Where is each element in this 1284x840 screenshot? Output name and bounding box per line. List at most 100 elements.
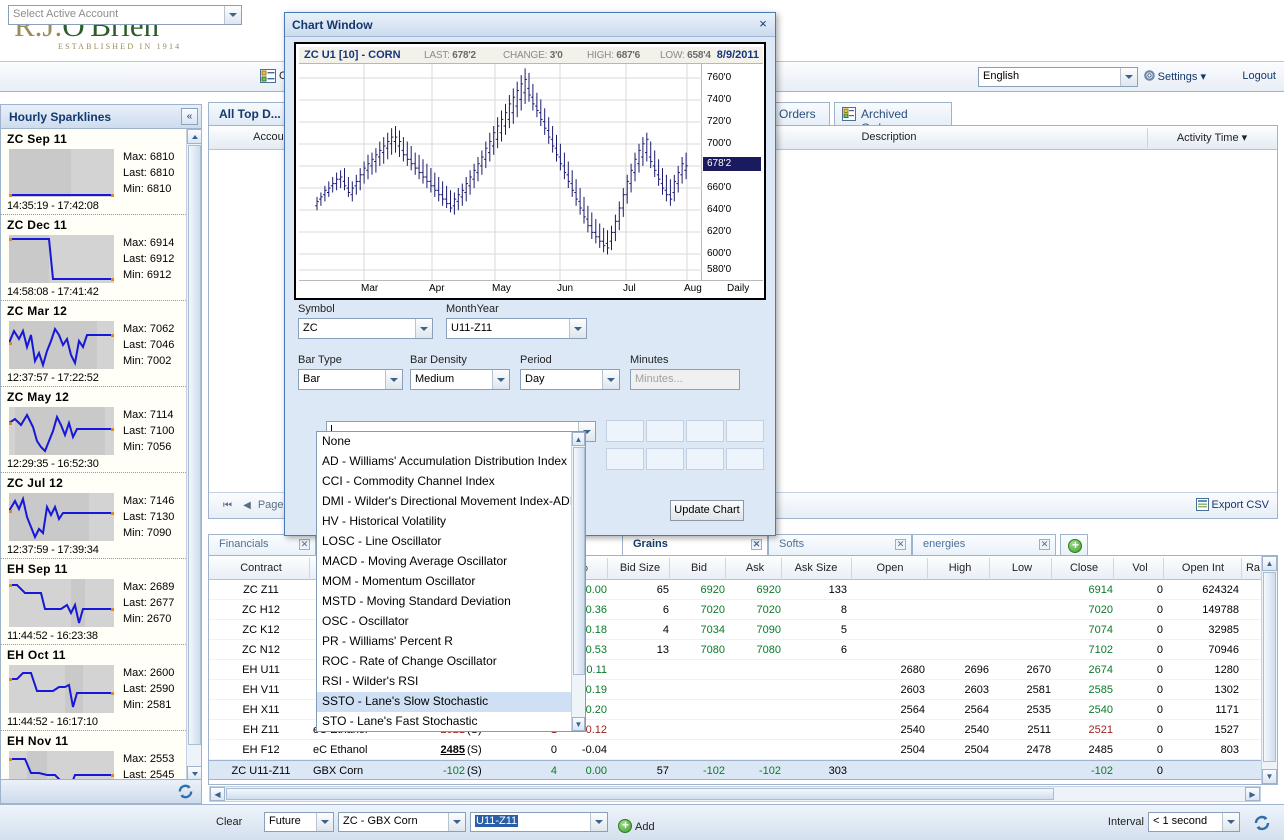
orders-col-description[interactable]: Description (809, 131, 969, 143)
param-box-4[interactable] (726, 420, 764, 442)
indicator-option[interactable]: MSTD - Moving Standard Deviation (317, 592, 573, 612)
indicator-dropdown-scrollbar[interactable]: ▲ ▼ (571, 432, 585, 731)
symbol-select[interactable]: ZC (298, 318, 433, 339)
quote-col-open-int[interactable]: Open Int (1167, 562, 1239, 574)
minutes-input[interactable]: Minutes... (630, 369, 740, 390)
month-select[interactable]: U11-Z11 (470, 812, 608, 832)
sparkline-item[interactable]: EH Nov 11Max: 2553Last: 2545Min: 253512:… (1, 731, 186, 781)
quote-tab-financials[interactable]: Financials✕ (208, 534, 316, 555)
quote-col-ra[interactable]: Ra (1245, 562, 1261, 574)
language-select[interactable]: English (978, 67, 1138, 87)
chevron-down-icon[interactable] (602, 370, 619, 389)
quote-tab-softs[interactable]: Softs✕ (768, 534, 912, 555)
sidebar-scrollbar[interactable] (186, 129, 201, 781)
instrument-type-select[interactable]: Future (264, 812, 334, 832)
bartype-select[interactable]: Bar (298, 369, 403, 390)
indicator-option[interactable]: MACD - Moving Average Oscillator (317, 552, 573, 572)
quote-col-vol[interactable]: Vol (1117, 562, 1163, 574)
quote-col-ask-size[interactable]: Ask Size (785, 562, 847, 574)
indicator-option[interactable]: PR - Williams' Percent R (317, 632, 573, 652)
add-quote-tab-button[interactable] (1060, 534, 1088, 555)
sparkline-item[interactable]: ZC Dec 11Max: 6914Last: 6912Min: 691214:… (1, 215, 186, 301)
chevron-down-icon[interactable] (415, 319, 432, 338)
quote-col-ask[interactable]: Ask (729, 562, 781, 574)
active-account-select[interactable]: Select Active Account (8, 5, 242, 25)
product-select[interactable]: ZC - GBX Corn (338, 812, 466, 832)
indicator-option[interactable]: None (317, 432, 573, 452)
indicator-dropdown-list[interactable]: NoneAD - Williams' Accumulation Distribu… (316, 431, 586, 732)
param-box-7[interactable] (686, 448, 724, 470)
pager-controls[interactable]: ⏮ ◀ Page (219, 499, 284, 511)
indicator-option[interactable]: HV - Historical Volatility (317, 512, 573, 532)
prev-page-icon[interactable]: ◀ (243, 500, 251, 511)
quote-col-bid-size[interactable]: Bid Size (611, 562, 669, 574)
quote-grid-hscrollbar[interactable]: ◀ ▶ (209, 786, 1261, 802)
quote-col-low[interactable]: Low (993, 562, 1051, 574)
scroll-down-icon[interactable]: ▼ (1262, 769, 1277, 784)
settings-button[interactable]: Settings ▾ (1143, 69, 1206, 83)
scrollbar-thumb[interactable] (226, 788, 1054, 800)
quote-col-high[interactable]: High (931, 562, 989, 574)
close-icon[interactable]: ✕ (751, 539, 762, 550)
close-icon[interactable]: ✕ (895, 539, 906, 550)
quote-tab-grains[interactable]: Grains✕ (622, 534, 768, 555)
clear-button[interactable]: Clear (216, 816, 242, 828)
scroll-up-icon[interactable] (187, 129, 202, 144)
param-box-5[interactable] (606, 448, 644, 470)
chevron-down-icon[interactable] (1222, 813, 1239, 831)
indicator-option[interactable]: MOM - Momentum Oscillator (317, 572, 573, 592)
close-icon[interactable]: × (756, 17, 770, 31)
chevron-down-icon[interactable] (224, 6, 241, 24)
scroll-up-icon[interactable]: ▲ (572, 432, 585, 446)
indicator-option[interactable]: LOSC - Line Oscillator (317, 532, 573, 552)
sparkline-item[interactable]: ZC Sep 11Max: 6810Last: 6810Min: 681014:… (1, 129, 186, 215)
quote-col-contract[interactable]: Contract (213, 562, 309, 574)
orders-col-activity-time[interactable]: Activity Time ▾ (1147, 131, 1277, 144)
sparkline-item[interactable]: ZC May 12Max: 7114Last: 7100Min: 705612:… (1, 387, 186, 473)
refresh-icon[interactable] (176, 782, 195, 801)
sparkline-item[interactable]: EH Sep 11Max: 2689Last: 2677Min: 267011:… (1, 559, 186, 645)
scroll-down-icon[interactable]: ▼ (572, 717, 585, 731)
chevron-down-icon[interactable] (1120, 68, 1137, 86)
param-box-1[interactable] (606, 420, 644, 442)
quote-row[interactable]: EH F12eC Ethanol2485(S)0-0.0425042504247… (209, 740, 1261, 760)
quote-col-close[interactable]: Close (1055, 562, 1113, 574)
tab-orders[interactable]: Orders (768, 102, 830, 125)
param-box-2[interactable] (646, 420, 684, 442)
param-box-6[interactable] (646, 448, 684, 470)
export-csv-button[interactable]: Export CSV (1196, 498, 1269, 511)
indicator-option[interactable]: DMI - Wilder's Directional Movement Inde… (317, 492, 573, 512)
scrollbar-thumb[interactable] (1263, 572, 1276, 762)
quote-row[interactable]: ZC U11-Z11GBX Corn-102(S)40.0057-102-102… (209, 760, 1261, 780)
options-icon[interactable] (260, 68, 276, 84)
indicator-option[interactable]: STO - Lane's Fast Stochastic (317, 712, 573, 731)
param-box-3[interactable] (686, 420, 724, 442)
quote-grid-vscrollbar[interactable]: ▲ ▼ (1261, 556, 1277, 784)
sidebar-collapse-button[interactable]: « (181, 108, 198, 125)
scrollbar-thumb[interactable] (188, 145, 201, 745)
chevron-down-icon[interactable] (590, 813, 607, 831)
quote-col-bid[interactable]: Bid (673, 562, 725, 574)
chart-plot-area[interactable] (299, 64, 702, 280)
chevron-down-icon[interactable] (569, 319, 586, 338)
chevron-down-icon[interactable] (492, 370, 509, 389)
update-chart-button[interactable]: Update Chart (670, 500, 744, 521)
scroll-up-icon[interactable]: ▲ (1262, 556, 1277, 571)
indicator-option[interactable]: AD - Williams' Accumulation Distribution… (317, 452, 573, 472)
scroll-right-icon[interactable]: ▶ (1245, 787, 1260, 801)
chevron-down-icon[interactable] (385, 370, 402, 389)
interval-select[interactable]: < 1 second (1148, 812, 1240, 832)
logout-button[interactable]: Logout (1242, 70, 1276, 82)
add-button[interactable]: Add (618, 816, 655, 833)
chevron-down-icon[interactable] (316, 813, 333, 831)
monthyear-select[interactable]: U11-Z11 (446, 318, 587, 339)
quote-col-open[interactable]: Open (855, 562, 925, 574)
period-select[interactable]: Day (520, 369, 620, 390)
tab-archived-orders[interactable]: Archived Orders (834, 102, 952, 125)
sparkline-item[interactable]: ZC Mar 12Max: 7062Last: 7046Min: 700212:… (1, 301, 186, 387)
close-icon[interactable]: ✕ (1039, 539, 1050, 550)
indicator-option[interactable]: ROC - Rate of Change Oscillator (317, 652, 573, 672)
sparkline-item[interactable]: EH Oct 11Max: 2600Last: 2590Min: 258111:… (1, 645, 186, 731)
scroll-left-icon[interactable]: ◀ (210, 787, 225, 801)
param-box-8[interactable] (726, 448, 764, 470)
